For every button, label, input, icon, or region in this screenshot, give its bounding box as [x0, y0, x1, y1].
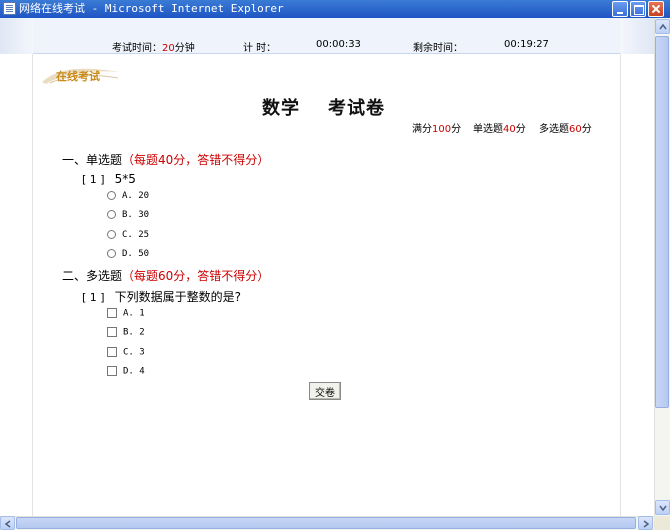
- exam-time: 考试时间：20分钟: [112, 39, 195, 54]
- exam-time-label: 考试时间：: [112, 43, 162, 54]
- option-label: D. 50: [122, 249, 150, 259]
- option-row: D. 4: [107, 366, 145, 380]
- summary-multi-unit: 分: [581, 124, 592, 135]
- option-label: C. 25: [122, 230, 150, 240]
- section-note: （每题60分，答错不得分）: [122, 269, 270, 283]
- section-single-heading: 一、单选题（每题40分，答错不得分）: [62, 151, 269, 168]
- exam-time-value: 20: [162, 43, 175, 54]
- summary-single-unit: 分: [515, 124, 526, 135]
- question-number: [ 1 ]: [82, 291, 105, 304]
- question-multi-1: [ 1 ] 下列数据属于整数的是?: [82, 288, 241, 305]
- section-note: （每题40分，答错不得分）: [122, 153, 270, 167]
- summary-full-unit: 分: [451, 124, 462, 135]
- radio-option-c[interactable]: [107, 230, 116, 239]
- option-label: C. 3: [123, 347, 145, 358]
- summary-multi-value: 60: [569, 124, 582, 135]
- checkbox-option-b[interactable]: [107, 327, 117, 337]
- option-label: A. 1: [123, 308, 145, 319]
- option-row: C. 3: [107, 347, 145, 361]
- window-title-bar: 网络在线考试 - Microsoft Internet Explorer: [0, 0, 670, 18]
- question-text: 下列数据属于整数的是?: [114, 290, 241, 304]
- exam-title-text: 考试卷: [328, 98, 385, 119]
- option-label: A. 20: [122, 191, 150, 201]
- summary-full: 满分100分: [412, 120, 461, 135]
- content-area: [32, 54, 621, 516]
- checkbox-option-a[interactable]: [107, 308, 117, 318]
- close-button[interactable]: [648, 1, 664, 17]
- option-row: D. 50: [107, 249, 149, 263]
- vertical-scroll-thumb[interactable]: [655, 36, 669, 408]
- checkbox-option-d[interactable]: [107, 366, 117, 376]
- option-row: C. 25: [107, 230, 149, 244]
- summary-multi-label: 多选题: [539, 124, 569, 135]
- question-number: [ 1 ]: [82, 173, 105, 186]
- scroll-right-button[interactable]: [638, 516, 653, 530]
- section-multi-heading: 二、多选题（每题60分，答错不得分）: [62, 267, 269, 284]
- option-row: B. 30: [107, 210, 149, 224]
- exam-time-unit: 分钟: [174, 43, 195, 54]
- summary-full-label: 满分: [412, 124, 432, 135]
- remaining-value: 00:19:27: [504, 39, 549, 50]
- minimize-button[interactable]: [612, 1, 628, 17]
- question-single-1: [ 1 ] 5*5: [82, 172, 136, 186]
- chevron-left-icon: [4, 520, 11, 528]
- scroll-down-button[interactable]: [655, 500, 670, 515]
- elapsed-value: 00:00:33: [316, 39, 361, 50]
- option-label: B. 2: [123, 327, 145, 338]
- radio-option-d[interactable]: [107, 249, 116, 258]
- maximize-button[interactable]: [630, 1, 646, 17]
- submit-button[interactable]: 交卷: [309, 382, 341, 400]
- section-title: 一、单选题: [62, 153, 123, 167]
- horizontal-scroll-thumb[interactable]: [16, 517, 636, 529]
- option-label: D. 4: [123, 366, 145, 377]
- checkbox-option-c[interactable]: [107, 347, 117, 357]
- window-title: 网络在线考试 - Microsoft Internet Explorer: [19, 2, 284, 15]
- summary-full-value: 100: [432, 124, 452, 135]
- elapsed-label: 计 时：: [243, 43, 277, 54]
- exam-subject: 数学: [262, 98, 300, 119]
- radio-option-b[interactable]: [107, 210, 116, 219]
- radio-option-a[interactable]: [107, 191, 116, 200]
- scroll-left-button[interactable]: [0, 516, 15, 530]
- option-row: B. 2: [107, 327, 145, 341]
- question-text: 5*5: [114, 172, 136, 186]
- chevron-up-icon: [659, 23, 667, 30]
- chevron-right-icon: [643, 520, 650, 528]
- page-icon: [3, 2, 16, 15]
- summary-single-label: 单选题: [473, 124, 503, 135]
- option-label: B. 30: [122, 210, 150, 220]
- option-row: A. 1: [107, 308, 145, 322]
- scroll-up-button[interactable]: [655, 19, 670, 34]
- section-title: 二、多选题: [62, 269, 123, 283]
- remaining-label: 剩余时间：: [413, 43, 463, 54]
- summary-single: 单选题40分: [473, 120, 526, 135]
- summary-multi: 多选题60分: [539, 120, 592, 135]
- summary-single-value: 40: [503, 124, 516, 135]
- option-row: A. 20: [107, 191, 149, 205]
- logo-text: 在线考试: [56, 70, 100, 83]
- scroll-corner: [654, 516, 670, 530]
- chevron-down-icon: [659, 505, 667, 512]
- exam-title: 数学 考试卷: [262, 94, 385, 120]
